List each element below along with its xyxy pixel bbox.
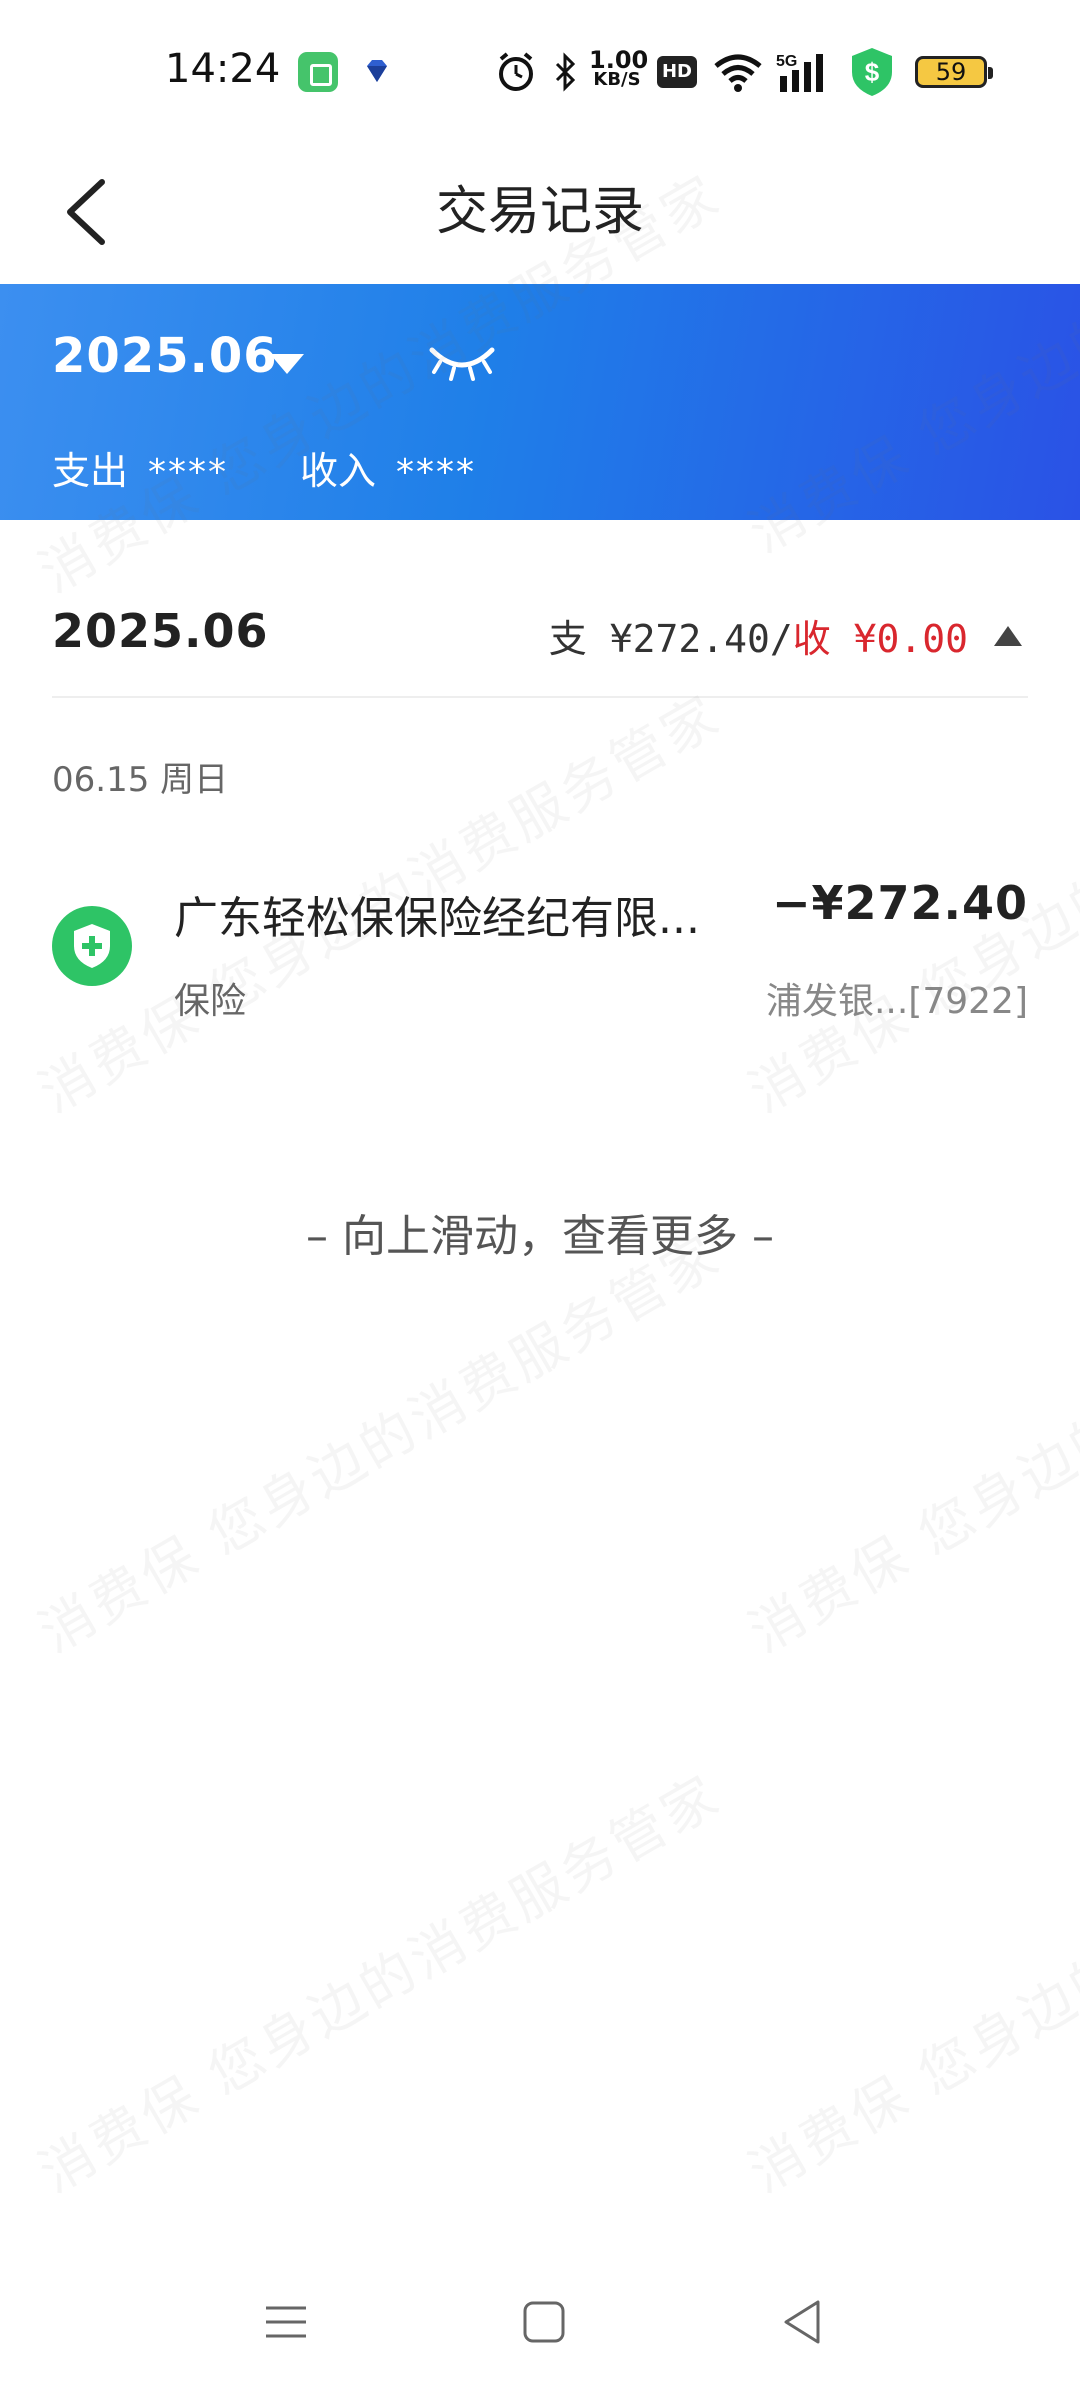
summary-income-prefix: 收 xyxy=(792,617,854,661)
collapse-arrow-icon[interactable] xyxy=(994,626,1022,646)
banner-income: 收入 **** xyxy=(300,440,476,495)
transaction-amount: −¥272.40 xyxy=(771,876,1028,930)
transaction-item[interactable]: 广东轻松保保险经纪有限... −¥272.40 保险 浦发银...[7922] xyxy=(52,856,1028,1026)
transaction-account: 浦发银...[7922] xyxy=(765,981,1028,1022)
svg-text:$: $ xyxy=(865,57,880,87)
month-dropdown-icon[interactable] xyxy=(270,354,304,374)
recent-apps-icon[interactable] xyxy=(256,2292,316,2352)
income-masked-value: **** xyxy=(396,452,477,493)
transaction-category: 保险 xyxy=(174,981,247,1022)
summary-income-amount: ¥0.00 xyxy=(853,617,968,661)
wifi-icon xyxy=(714,54,762,92)
date-group-label: 06.15 周日 xyxy=(52,760,229,800)
income-label: 收入 xyxy=(300,449,377,493)
network-speed-value: 1.00 xyxy=(589,46,649,74)
status-bar: 14:24 1.00 KB/S HD 5G $ 59 xyxy=(0,0,1080,140)
summary-expense-amount: ¥272.40/ xyxy=(609,617,793,661)
month-summary-row[interactable]: 2025.06 支 ¥272.40/收 ¥0.00 xyxy=(52,578,1028,698)
watermark-text: 消费保 您身边的消费服务管家 xyxy=(738,1222,1080,1665)
gem-icon xyxy=(367,60,387,82)
bluetooth-icon xyxy=(555,52,576,92)
scroll-more-hint: – 向上滑动，查看更多 – xyxy=(306,1211,774,1262)
banner-expense: 支出 **** xyxy=(52,440,228,495)
hide-amount-eye-icon[interactable] xyxy=(426,340,498,384)
home-icon[interactable] xyxy=(514,2292,574,2352)
insurance-shield-icon xyxy=(52,906,132,986)
security-shield-icon: $ xyxy=(852,48,892,96)
battery-indicator: 59 xyxy=(915,56,993,88)
month-banner: 2025.06 支出 **** 收入 **** xyxy=(0,284,1080,520)
month-summary-amounts: 支 ¥272.40/收 ¥0.00 xyxy=(549,608,968,663)
signal-icon: 5G xyxy=(776,53,823,92)
nav-back-icon[interactable] xyxy=(774,2292,834,2352)
shopping-app-icon xyxy=(298,52,338,92)
system-nav-bar xyxy=(0,2270,1080,2380)
app-header: 交易记录 xyxy=(0,140,1080,284)
month-picker[interactable]: 2025.06 xyxy=(52,328,278,384)
signal-label: 5G xyxy=(776,53,797,70)
hd-badge: HD xyxy=(657,56,697,88)
summary-expense-prefix: 支 xyxy=(548,617,610,661)
watermark-text: 消费保 您身边的消费服务管家 xyxy=(28,1762,732,2205)
network-speed-unit: KB/S xyxy=(593,69,641,90)
status-time: 14:24 xyxy=(165,46,281,92)
page-title: 交易记录 xyxy=(435,182,644,242)
transaction-merchant: 广东轻松保保险经纪有限... xyxy=(174,893,700,944)
watermark-text: 消费保 您身边的消费服务管家 xyxy=(28,1222,732,1665)
month-label: 2025.06 xyxy=(52,604,269,658)
alarm-icon xyxy=(499,52,533,91)
network-speed: 1.00 KB/S xyxy=(589,46,649,94)
watermark-text: 消费保 您身边的消费服务管家 xyxy=(738,1762,1080,2205)
expense-label: 支出 xyxy=(52,449,129,493)
expense-masked-value: **** xyxy=(148,452,229,493)
